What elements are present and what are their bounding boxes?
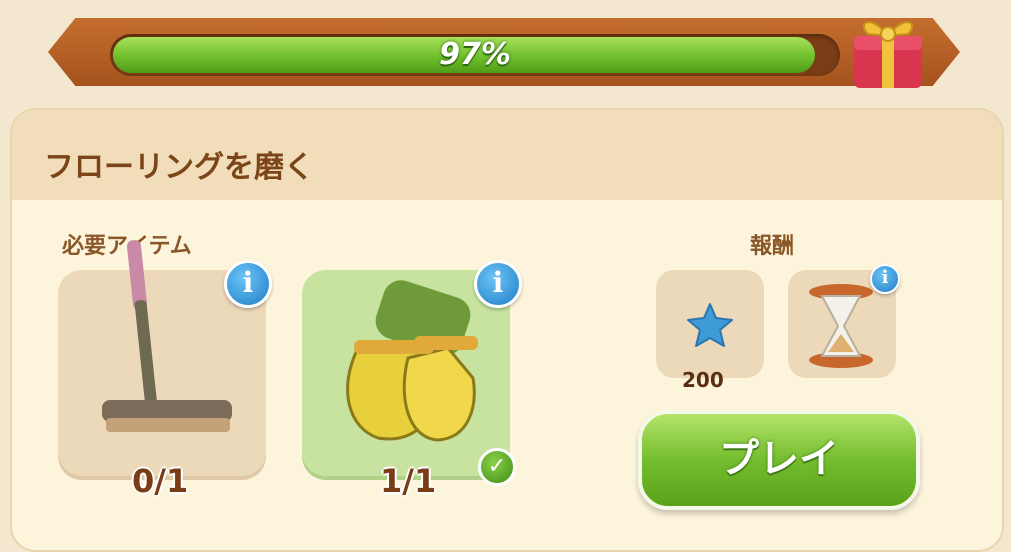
star-icon xyxy=(687,303,733,347)
task-card: フローリングを磨く 必要アイテム 報酬 0/1 i 1/1 i ✓ 200 i … xyxy=(10,108,1004,552)
check-icon: ✓ xyxy=(478,448,516,486)
progress-label: 97% xyxy=(439,37,511,72)
broom-info-icon[interactable]: i xyxy=(224,260,272,308)
play-button[interactable]: プレイ xyxy=(638,410,920,510)
gift-box-icon[interactable] xyxy=(846,6,930,92)
task-title: フローリングを磨く xyxy=(44,150,314,185)
broom-count: 0/1 xyxy=(132,462,189,500)
gloves-icon xyxy=(346,280,478,442)
reward-label: 報酬 xyxy=(750,234,795,259)
hourglass-info-icon[interactable]: i xyxy=(870,264,900,294)
hourglass-icon xyxy=(809,284,873,368)
progress-bar: 97% xyxy=(110,34,840,76)
gloves-info-icon[interactable]: i xyxy=(474,260,522,308)
gloves-count: 1/1 xyxy=(380,462,437,500)
star-reward-amount: 200 xyxy=(682,368,724,392)
